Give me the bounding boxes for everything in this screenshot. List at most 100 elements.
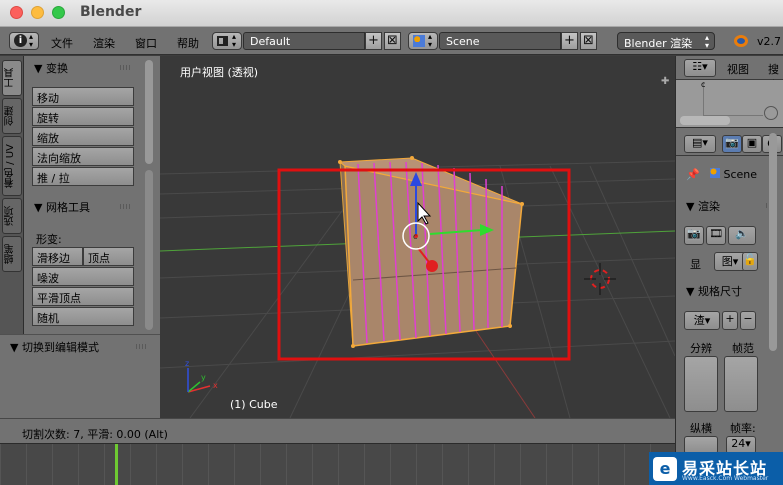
plus-icon: + (564, 33, 575, 48)
resolution-label: 分辨 (690, 342, 712, 355)
outliner-tree[interactable]: c (676, 80, 783, 128)
operator-status-bar: 切割次数: 7, 平滑: 0.00 (Alt) (0, 418, 675, 444)
timeline-playhead[interactable] (115, 444, 118, 485)
camera-icon: 📷 (725, 136, 739, 149)
outliner-scroll-knob[interactable] (764, 106, 778, 120)
layers-icon: ▣ (746, 136, 758, 149)
randomize-button[interactable]: 随机 (32, 307, 134, 326)
screen-layout-field[interactable]: Default (243, 32, 365, 50)
noise-button[interactable]: 噪波 (32, 267, 134, 286)
scene-small-icon (710, 168, 720, 178)
preset-label: 渣 (693, 314, 705, 327)
scene-name-label: Scene (723, 168, 758, 181)
shrink-fatten-button[interactable]: 法向缩放 (32, 147, 134, 166)
render-engine-label: Blender 渲染 (624, 37, 693, 50)
render-audio-button[interactable]: 🔈 (728, 226, 756, 245)
3d-viewport[interactable]: c x y z 用户视图 (透视) (1) Cube ✚ (160, 56, 675, 418)
remove-screen-button[interactable]: ⊠ (384, 32, 401, 50)
add-region-icon[interactable]: ✚ (661, 76, 671, 87)
version-label: v2.7 (757, 35, 782, 48)
tool-shelf: ▼ 变换 移动 旋转 缩放 法向缩放 推 / 拉 ▼ 网格工具 形变: 滑移边 … (24, 56, 160, 334)
render-engine-dropdown[interactable]: Blender 渲染 ▴ ▾ (617, 32, 715, 50)
render-panel-header[interactable]: ▼ 渲染 (686, 198, 720, 214)
outliner-icon: ☷▾ (692, 60, 708, 73)
render-layers-tab-button[interactable]: ▣ (742, 135, 762, 153)
blender-logo-icon (734, 35, 748, 47)
tool-shelf-tabs: 工具 创建 着色 / UV 选项 蜡笔 (0, 56, 24, 334)
slide-vertex-button[interactable]: 顶点 (83, 247, 134, 266)
menu-file[interactable]: 文件 (51, 35, 73, 51)
tab-tools[interactable]: 工具 (2, 60, 22, 96)
frame-range-fields[interactable] (724, 356, 758, 412)
push-pull-button[interactable]: 推 / 拉 (32, 167, 134, 186)
deform-label: 形变: (36, 233, 62, 246)
move-button[interactable]: 移动 (32, 87, 134, 106)
transform-header-label: 变换 (45, 62, 68, 75)
plus-icon: + (725, 312, 735, 325)
render-animation-button[interactable]: 🎞 (706, 226, 726, 245)
remove-preset-button[interactable]: − (740, 311, 756, 330)
add-screen-button[interactable]: + (365, 32, 382, 50)
scale-button[interactable]: 缩放 (32, 127, 134, 146)
scene-field[interactable]: Scene (439, 32, 561, 50)
add-preset-button[interactable]: + (722, 311, 738, 330)
menu-window[interactable]: 窗口 (135, 35, 157, 51)
timeline[interactable] (0, 444, 675, 485)
outliner-scrollbar[interactable] (680, 116, 730, 125)
window-title: Blender (80, 4, 142, 20)
resolution-fields[interactable] (684, 356, 718, 412)
screen-layout-selector[interactable]: ▴ ▾ (212, 32, 242, 50)
toggle-edit-mode-header[interactable]: ▼ 切换到编辑模式 (10, 339, 99, 355)
dimensions-header-label: 规格尺寸 (697, 285, 742, 298)
3d-cursor-icon[interactable] (584, 263, 616, 295)
rotate-button[interactable]: 旋转 (32, 107, 134, 126)
tab-shading-uv[interactable]: 着色 / UV (2, 136, 22, 196)
axis-y-label: y (201, 373, 206, 382)
object-label: (1) Cube (230, 398, 278, 411)
outliner-editor-type[interactable]: ☷▾ (684, 59, 716, 77)
outliner-view-menu[interactable]: 视图 (727, 61, 749, 77)
tab-options[interactable]: 选项 (2, 198, 22, 234)
menu-render[interactable]: 渲染 (93, 35, 115, 51)
zoom-window-button[interactable] (52, 6, 65, 19)
editor-type-button[interactable]: i ▴ ▾ (9, 32, 39, 50)
mesh-tools-panel-header[interactable]: ▼ 网格工具 (34, 199, 90, 215)
chevron-updown-icon: ▴ ▾ (428, 32, 433, 49)
smooth-vertex-button[interactable]: 平滑顶点 (32, 287, 134, 306)
frame-rate-label: 帧率: (730, 422, 756, 435)
scene-icon (413, 35, 425, 47)
menu-help[interactable]: 帮助 (177, 35, 199, 51)
tool-shelf-scrollbar[interactable] (145, 60, 153, 164)
status-text: 切割次数: 7, 平滑: 0.00 (Alt) (22, 428, 168, 441)
preset-dropdown[interactable]: 渣▾ (684, 311, 720, 330)
properties-icon: ▤▾ (692, 136, 708, 149)
cube-mesh[interactable] (338, 156, 524, 348)
properties-editor-type[interactable]: ▤▾ (684, 135, 716, 153)
close-window-button[interactable] (10, 6, 23, 19)
tab-grease-pencil[interactable]: 蜡笔 (2, 236, 22, 272)
properties-header: ▤▾ 📷 ▣ ◐ (676, 132, 783, 156)
x-arrow-icon[interactable] (426, 260, 438, 272)
scene-selector[interactable]: ▴ ▾ (408, 32, 438, 50)
render-image-button[interactable]: 📷 (684, 226, 704, 245)
slide-edge-button[interactable]: 滑移边 (32, 247, 83, 266)
tab-create[interactable]: 创建 (2, 98, 22, 134)
tool-shelf-scrollbar-track[interactable] (145, 170, 153, 330)
panel-grip-icon[interactable] (120, 204, 132, 209)
panel-grip-icon[interactable] (136, 344, 148, 349)
remove-scene-button[interactable]: ⊠ (580, 32, 597, 50)
properties-scrollbar[interactable] (769, 133, 777, 351)
layout-grid-icon (217, 36, 228, 46)
dimensions-panel-header[interactable]: ▼ 规格尺寸 (686, 283, 742, 299)
display-value: 图 (721, 255, 733, 268)
render-tab-button[interactable]: 📷 (722, 135, 742, 153)
panel-grip-icon[interactable] (120, 65, 132, 70)
add-scene-button[interactable]: + (561, 32, 578, 50)
aspect-label: 纵横 (690, 422, 712, 435)
minimize-window-button[interactable] (31, 6, 44, 19)
pin-icon[interactable]: 📌 (686, 168, 700, 181)
operator-panel: ▼ 切换到编辑模式 (0, 334, 160, 418)
transform-panel-header[interactable]: ▼ 变换 (34, 60, 68, 76)
lock-button[interactable]: 🔓 (742, 252, 758, 271)
frame-range-label: 帧范 (732, 342, 754, 355)
